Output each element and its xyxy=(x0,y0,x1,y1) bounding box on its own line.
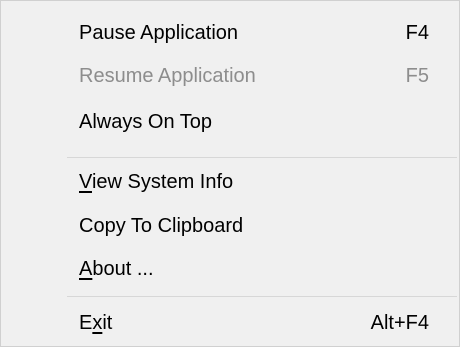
menu-item-label-prefix: E xyxy=(79,311,93,334)
mnemonic-char: V xyxy=(79,170,92,193)
menu-item-label: View System Info xyxy=(79,171,429,194)
menu-item-copy-to-clipboard[interactable]: Copy To Clipboard xyxy=(67,204,459,248)
menu-item-label: About ... xyxy=(79,258,429,281)
menu-item-label-rest: bout ... xyxy=(92,257,154,280)
menu-item-label: Resume Application xyxy=(79,64,256,87)
menu-item-label: Pause Application xyxy=(79,21,239,44)
menu-icon-gutter xyxy=(1,1,67,346)
menu-separator xyxy=(67,296,457,297)
menu-item-label-rest: it xyxy=(102,311,113,334)
context-menu: Pause Application F4 Resume Application … xyxy=(0,0,460,347)
menu-separator xyxy=(67,157,457,158)
mnemonic-char: x xyxy=(92,311,103,334)
menu-item-pause-application[interactable]: Pause Application F4 xyxy=(67,11,459,55)
menu-item-shortcut: F4 xyxy=(405,21,429,44)
menu-item-label-rest: iew System Info xyxy=(91,170,234,193)
menu-item-exit[interactable]: Exit Alt+F4 xyxy=(67,301,459,345)
menu-item-always-on-top[interactable]: Always On Top xyxy=(67,100,459,144)
menu-item-shortcut: F5 xyxy=(405,64,429,87)
menu-item-label: Copy To Clipboard xyxy=(79,214,244,237)
menu-item-label: Exit xyxy=(79,312,371,335)
menu-item-about[interactable]: About ... xyxy=(67,247,459,291)
menu-item-resume-application: Resume Application F5 xyxy=(67,54,459,98)
menu-item-label: Always On Top xyxy=(79,110,213,133)
menu-item-shortcut: Alt+F4 xyxy=(370,311,429,334)
mnemonic-char: A xyxy=(79,257,93,280)
menu-item-view-system-info[interactable]: View System Info xyxy=(67,160,459,204)
